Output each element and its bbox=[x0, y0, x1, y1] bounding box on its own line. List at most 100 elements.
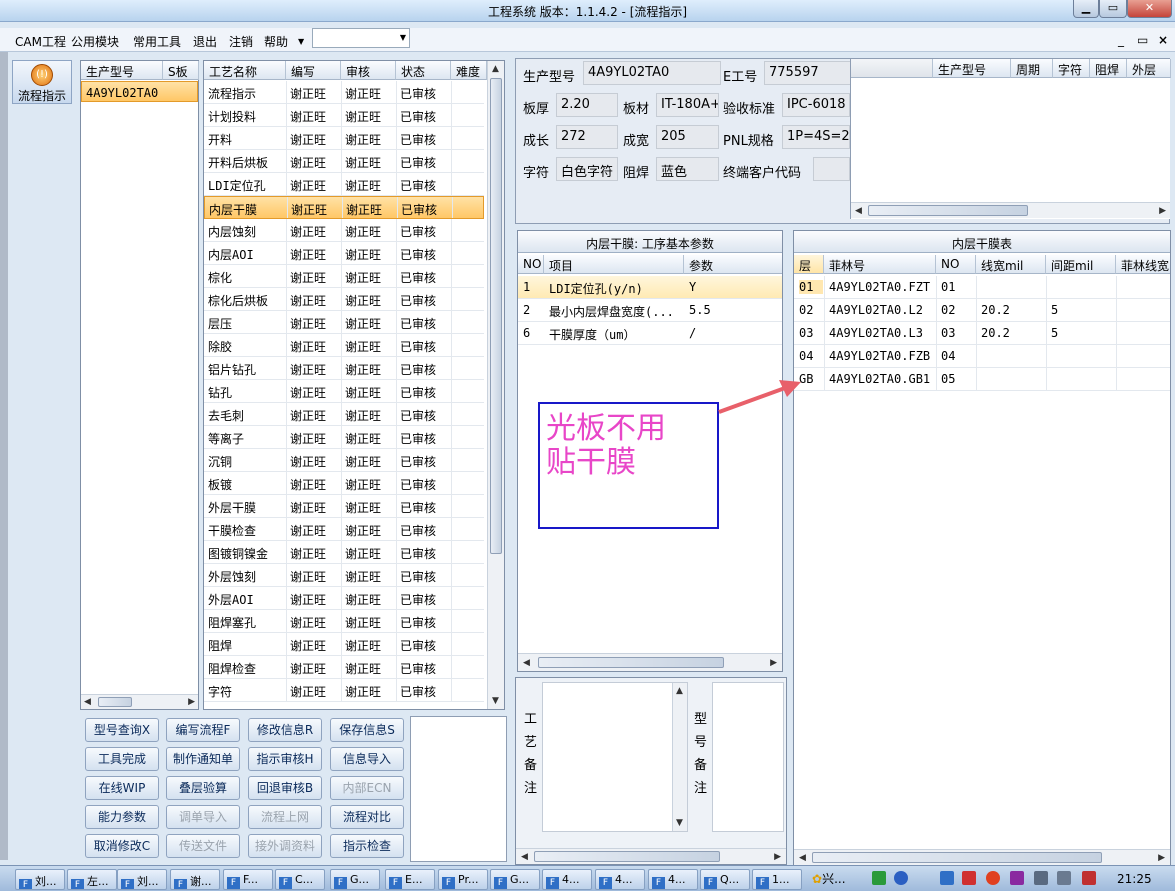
process-vscrollbar[interactable]: ▲ ▼ bbox=[487, 61, 504, 709]
action-button-1-3[interactable]: 信息导入 bbox=[330, 747, 404, 771]
table-row[interactable]: 计划投料 谢正旺 谢正旺 已审核 bbox=[204, 104, 484, 127]
mdi-close-button[interactable]: × bbox=[1158, 33, 1168, 47]
scroll-up-icon[interactable]: ▲ bbox=[676, 686, 683, 696]
table-row[interactable]: LDI定位孔 谢正旺 谢正旺 已审核 bbox=[204, 173, 484, 196]
col-header-model[interactable]: 生产型号 bbox=[81, 61, 163, 80]
table-row[interactable]: 流程指示 谢正旺 谢正旺 已审核 bbox=[204, 81, 484, 104]
action-button-0-3[interactable]: 保存信息S bbox=[330, 718, 404, 742]
action-button-4-0[interactable]: 取消修改C bbox=[85, 834, 159, 858]
scroll-thumb[interactable] bbox=[534, 851, 720, 862]
taskbar-item[interactable]: F Pr... bbox=[438, 869, 488, 890]
action-button-2-1[interactable]: 叠层验算 bbox=[166, 776, 240, 800]
table-row[interactable]: 铝片钻孔 谢正旺 谢正旺 已审核 bbox=[204, 357, 484, 380]
params-col-item[interactable]: 项目 bbox=[544, 255, 684, 274]
table-row[interactable]: 03 4A9YL02TA0.L3 03 20.2 5 bbox=[794, 322, 1170, 345]
soldermask-field[interactable]: 蓝色 bbox=[656, 157, 719, 181]
scroll-left-icon[interactable]: ◀ bbox=[84, 697, 91, 707]
table-row[interactable]: 棕化后烘板 谢正旺 谢正旺 已审核 bbox=[204, 288, 484, 311]
width-field[interactable]: 205 bbox=[656, 125, 719, 149]
action-button-3-0[interactable]: 能力参数 bbox=[85, 805, 159, 829]
close-button[interactable]: ✕ bbox=[1127, 0, 1172, 18]
process-col-status[interactable]: 状态 bbox=[396, 61, 451, 80]
tray-f-icon[interactable] bbox=[940, 871, 954, 885]
tray-x-icon[interactable] bbox=[1010, 871, 1024, 885]
model-remark-textarea[interactable] bbox=[712, 682, 784, 832]
action-button-0-1[interactable]: 编写流程F bbox=[166, 718, 240, 742]
scroll-thumb[interactable] bbox=[868, 205, 1028, 216]
params-hscrollbar[interactable]: ◀ ▶ bbox=[518, 653, 782, 671]
action-button-0-0[interactable]: 型号查询X bbox=[85, 718, 159, 742]
menu-tools[interactable]: 常用工具 bbox=[133, 33, 181, 50]
taskbar-item[interactable]: F 左... bbox=[67, 869, 117, 890]
model-row[interactable]: 4A9YL02TA0 bbox=[81, 81, 198, 102]
table-row[interactable]: 开料 谢正旺 谢正旺 已审核 bbox=[204, 127, 484, 150]
scroll-left-icon[interactable]: ◀ bbox=[855, 206, 862, 216]
film-col-no[interactable]: NO bbox=[936, 255, 976, 274]
action-button-1-0[interactable]: 工具完成 bbox=[85, 747, 159, 771]
mini-col-period[interactable]: 周期 bbox=[1011, 59, 1053, 78]
scroll-left-icon[interactable]: ◀ bbox=[521, 852, 528, 862]
taskbar-item[interactable]: F F... bbox=[223, 869, 273, 890]
action-button-3-3[interactable]: 流程对比 bbox=[330, 805, 404, 829]
action-button-4-3[interactable]: 指示检查 bbox=[330, 834, 404, 858]
table-row[interactable]: 钻孔 谢正旺 谢正旺 已审核 bbox=[204, 380, 484, 403]
table-row[interactable]: 沉铜 谢正旺 谢正旺 已审核 bbox=[204, 449, 484, 472]
pnl-field[interactable]: 1P=4S=2( bbox=[782, 125, 850, 149]
scroll-down-icon[interactable]: ▼ bbox=[676, 818, 683, 828]
table-row[interactable]: 棕化 谢正旺 谢正旺 已审核 bbox=[204, 265, 484, 288]
help-icon[interactable] bbox=[894, 871, 908, 885]
tray-network-icon[interactable] bbox=[1034, 871, 1048, 885]
thickness-field[interactable]: 2.20 bbox=[556, 93, 618, 117]
volume-icon[interactable] bbox=[1057, 871, 1071, 885]
table-row[interactable]: 内层干膜 谢正旺 谢正旺 已审核 bbox=[204, 196, 484, 219]
side-list-box[interactable] bbox=[410, 716, 507, 862]
film-col-layer[interactable]: 层 bbox=[794, 255, 824, 274]
table-row[interactable]: 图镀铜镍金 谢正旺 谢正旺 已审核 bbox=[204, 541, 484, 564]
table-row[interactable]: 外层AOI 谢正旺 谢正旺 已审核 bbox=[204, 587, 484, 610]
film-col-film-no[interactable]: 菲林号 bbox=[824, 255, 936, 274]
scroll-right-icon[interactable]: ▶ bbox=[1158, 853, 1165, 863]
model-field[interactable]: 4A9YL02TA0 bbox=[583, 61, 721, 85]
mini-col-outer[interactable]: 外层 bbox=[1127, 59, 1171, 78]
film-col-film-width[interactable]: 菲林线宽 bbox=[1116, 255, 1170, 274]
params-col-value[interactable]: 参数 bbox=[684, 255, 782, 274]
customer-code-field[interactable] bbox=[813, 157, 850, 181]
menu-common-module[interactable]: 公用模块 bbox=[71, 33, 119, 50]
table-row[interactable]: GB 4A9YL02TA0.GB1 05 bbox=[794, 368, 1170, 391]
action-button-4-2[interactable]: 接外调资料 bbox=[248, 834, 322, 858]
action-button-1-1[interactable]: 制作通知单 bbox=[166, 747, 240, 771]
silkscreen-field[interactable]: 白色字符 bbox=[556, 157, 618, 181]
table-row[interactable]: 2 最小内层焊盘宽度(... 5.5 bbox=[518, 299, 782, 322]
menu-logout[interactable]: 注销 bbox=[229, 33, 253, 50]
mdi-minimize-button[interactable]: _ bbox=[1118, 33, 1124, 47]
taskbar-item[interactable]: F 4... bbox=[595, 869, 645, 890]
chevron-down-icon[interactable]: ▼ bbox=[298, 37, 304, 46]
length-field[interactable]: 272 bbox=[556, 125, 618, 149]
table-row[interactable]: 1 LDI定位孔(y/n) Y bbox=[518, 276, 782, 299]
table-row[interactable]: 阻焊塞孔 谢正旺 谢正旺 已审核 bbox=[204, 610, 484, 633]
scroll-right-icon[interactable]: ▶ bbox=[188, 697, 195, 707]
tray-red-icon[interactable] bbox=[962, 871, 976, 885]
scroll-right-icon[interactable]: ▶ bbox=[1159, 206, 1166, 216]
process-col-difficulty[interactable]: 难度 bbox=[451, 61, 487, 80]
taskbar-item[interactable]: F E... bbox=[385, 869, 435, 890]
col-header-s-board[interactable]: S板 bbox=[163, 61, 199, 80]
remark-vscrollbar[interactable]: ▲ ▼ bbox=[672, 683, 687, 831]
taskbar-item[interactable]: F C... bbox=[275, 869, 325, 890]
taskbar-item[interactable]: F 1... bbox=[752, 869, 802, 890]
table-row[interactable]: 阻焊检查 谢正旺 谢正旺 已审核 bbox=[204, 656, 484, 679]
taskbar-item[interactable]: F G... bbox=[330, 869, 380, 890]
action-button-3-2[interactable]: 流程上网 bbox=[248, 805, 322, 829]
scroll-thumb[interactable] bbox=[98, 697, 132, 707]
table-row[interactable]: 外层蚀刻 谢正旺 谢正旺 已审核 bbox=[204, 564, 484, 587]
scroll-left-icon[interactable]: ◀ bbox=[523, 658, 530, 668]
model-hscrollbar[interactable]: ◀ ▶ bbox=[81, 694, 198, 709]
mdi-restore-button[interactable]: ▭ bbox=[1137, 33, 1148, 47]
remarks-hscrollbar[interactable]: ◀ ▶ bbox=[516, 848, 786, 864]
table-row[interactable]: 01 4A9YL02TA0.FZT 01 bbox=[794, 276, 1170, 299]
scroll-thumb[interactable] bbox=[490, 78, 502, 554]
menu-exit[interactable]: 退出 bbox=[193, 33, 217, 50]
taskbar-item[interactable]: F Q... bbox=[700, 869, 750, 890]
taskbar-item[interactable]: F 谢... bbox=[170, 869, 220, 890]
action-button-2-0[interactable]: 在线WIP bbox=[85, 776, 159, 800]
